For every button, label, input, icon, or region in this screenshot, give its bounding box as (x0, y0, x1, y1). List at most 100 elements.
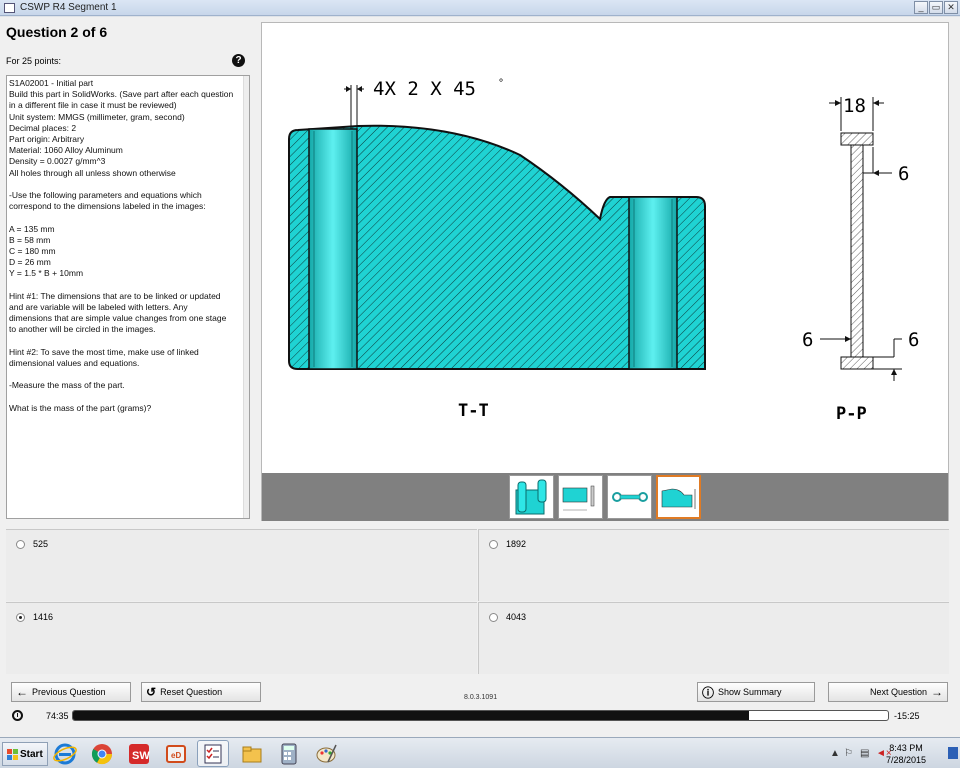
thumb-top-view[interactable] (607, 475, 652, 519)
version-label: 8.0.3.1091 (464, 694, 498, 701)
question-scrollbar[interactable] (243, 76, 249, 518)
dim-6-left: 6 (802, 329, 813, 351)
question-text-line: Hint #1: The dimensions that are to be l… (9, 290, 221, 301)
question-circle-icon[interactable]: ? (232, 54, 245, 67)
start-label: Start (20, 748, 43, 760)
question-text-line: and are variable will be labeled with le… (9, 302, 188, 313)
answer-option-1[interactable]: 525 (6, 529, 477, 601)
question-text-line: Decimal places: 2 (9, 122, 77, 133)
question-text-line: -Use the following parameters and equati… (9, 190, 202, 201)
clock-date: 7/28/2015 (886, 755, 927, 765)
question-points: For 25 points: (6, 56, 62, 66)
window-controls: _ ▭ ✕ (914, 1, 958, 14)
exam-window: Question 2 of 6 For 25 points: ? S1A0200… (0, 17, 960, 737)
previous-question-label: Previous Question (32, 687, 106, 697)
question-text-line (9, 280, 247, 291)
question-text-line: Material: 1060 Alloy Aluminum (9, 145, 123, 156)
answer-radio-2[interactable] (489, 540, 498, 549)
reset-question-label: Reset Question (160, 687, 223, 697)
solidworks-icon[interactable]: SW (123, 740, 155, 767)
reset-question-button[interactable]: ↺ Reset Question (141, 682, 261, 702)
question-title: Question 2 of 6 (6, 24, 108, 40)
question-text-line: Part origin: Arbitrary (9, 134, 85, 145)
question-text-line: D = 26 mm (9, 257, 51, 268)
question-text-line (9, 392, 247, 403)
answer-radio-4[interactable] (489, 613, 498, 622)
thumb-3d-part[interactable] (509, 475, 554, 519)
edrawings-icon[interactable]: eD (160, 740, 192, 767)
question-text-line: Hint #2: To save the most time, make use… (9, 346, 199, 357)
start-button[interactable]: Start (2, 742, 48, 766)
restore-button[interactable]: ▭ (929, 1, 943, 14)
clock-time: 8:43 PM (889, 743, 923, 753)
answer-options: 525 1892 1416 4043 (6, 529, 949, 675)
dim-18: 18 (843, 95, 866, 117)
svg-text:SW: SW (132, 750, 150, 762)
show-hidden-icons-icon[interactable]: ▲ (830, 748, 840, 759)
network-icon[interactable]: ▤ (860, 748, 869, 759)
arrow-right-icon: → (931, 685, 943, 699)
calculator-icon[interactable] (273, 740, 305, 767)
next-question-label: Next Question (869, 687, 927, 697)
question-text-line: Build this part in SolidWorks. (Save par… (9, 89, 234, 100)
section-label-p-p: P-P (836, 404, 867, 424)
arrow-left-icon: ← (16, 685, 28, 699)
question-text-line (9, 369, 247, 380)
dim-6-bottom: 6 (908, 329, 919, 351)
question-text-line: C = 180 mm (9, 246, 56, 257)
show-summary-button[interactable]: ⓘ Show Summary (697, 682, 815, 702)
answer-option-3[interactable]: 1416 (6, 602, 477, 674)
reset-icon: ↺ (146, 685, 157, 699)
time-elapsed: 74:35 (46, 711, 69, 721)
answer-option-2[interactable]: 1892 (478, 529, 949, 601)
question-text-line: All holes through all unless shown other… (9, 167, 176, 178)
file-explorer-icon[interactable] (236, 740, 268, 767)
taskbar: Start SW eD ▲ ⚐ ▤ ◄× 8:43 PM 7/28/2015 (0, 737, 960, 768)
window-titlebar: CSWP R4 Segment 1 _ ▭ ✕ (0, 0, 960, 16)
exam-app-icon[interactable] (197, 740, 229, 767)
thumb-current-view[interactable] (656, 475, 701, 519)
time-progress-bar (72, 710, 889, 721)
section-label-t-t: T-T (458, 401, 489, 421)
chrome-icon[interactable] (86, 740, 118, 767)
answer-radio-1[interactable] (16, 540, 25, 549)
question-text-line (9, 212, 247, 223)
question-text: S1A02001 - Initial part Build this part i… (9, 78, 247, 414)
question-text-box[interactable]: S1A02001 - Initial part Build this part i… (6, 75, 250, 519)
section-drawing: 4X 2 X 45 ° T-T 18 6 6 6 P-P (288, 78, 919, 424)
question-text-line: What is the mass of the part (grams)? (9, 402, 152, 413)
question-text-line: dimensions that are simple value changes… (9, 313, 227, 324)
taskbar-clock[interactable]: 8:43 PM 7/28/2015 (886, 742, 926, 766)
answer-option-4[interactable]: 4043 (478, 602, 949, 674)
question-text-line: to another will be circled in the images… (9, 324, 156, 335)
action-center-flag-icon[interactable]: ⚐ (844, 748, 853, 759)
show-summary-label: Show Summary (718, 687, 782, 697)
next-question-button[interactable]: Next Question → (828, 682, 948, 702)
section-p-p: 18 6 6 6 P-P (802, 95, 919, 424)
app-icon (4, 2, 15, 13)
paint-icon[interactable] (310, 740, 342, 767)
internet-explorer-icon[interactable] (49, 740, 81, 767)
question-text-line: dimensional values and equations. (9, 358, 140, 369)
question-text-line: Y = 1.5 * B + 10mm (9, 268, 84, 279)
thumbnail-strip (262, 473, 948, 521)
time-progress-fill (73, 711, 750, 720)
answer-label-1: 525 (33, 539, 49, 549)
question-text-line (9, 336, 247, 347)
question-text-line: correspond to the dimensions labeled in … (9, 201, 206, 212)
answer-label-2: 1892 (506, 539, 527, 549)
thumb-section-drawing[interactable] (558, 475, 603, 519)
timer-bar: 74:35 -15:25 (0, 707, 960, 725)
previous-question-button[interactable]: ← Previous Question (11, 682, 131, 702)
info-icon: ⓘ (702, 685, 715, 700)
question-text-line: A = 135 mm (9, 223, 55, 234)
section-t-t: 4X 2 X 45 ° T-T (288, 78, 706, 421)
answer-radio-3[interactable] (16, 613, 25, 622)
question-text-line: Density = 0.0027 g/mm^3 (9, 156, 106, 167)
minimize-button[interactable]: _ (914, 1, 928, 14)
question-text-line: in a different file in case it must be r… (9, 100, 177, 111)
question-text-line: S1A02001 - Initial part (9, 78, 94, 88)
close-button[interactable]: ✕ (944, 1, 958, 14)
question-text-line: B = 58 mm (9, 234, 51, 245)
show-desktop-button[interactable] (948, 747, 958, 759)
